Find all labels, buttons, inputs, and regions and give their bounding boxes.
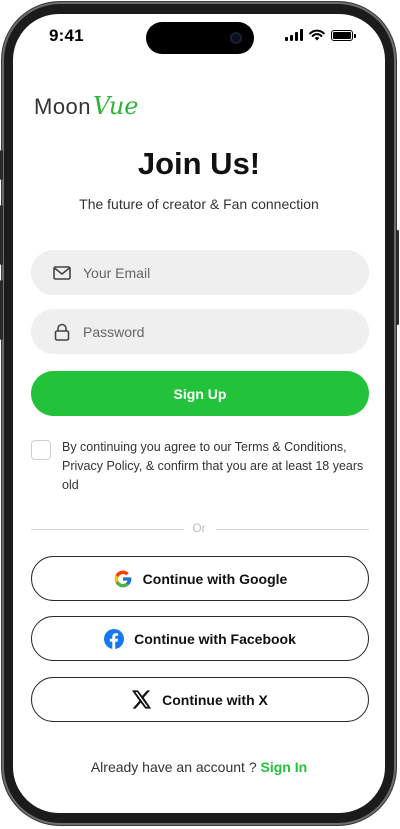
side-button-silent (0, 150, 3, 180)
email-input[interactable] (81, 263, 345, 282)
divider-line-right (216, 529, 369, 530)
continue-with-google-button[interactable]: Continue with Google (31, 556, 369, 601)
terms-text: By continuing you agree to our Terms & C… (62, 440, 364, 492)
lock-icon (54, 323, 70, 341)
facebook-icon (104, 628, 125, 649)
status-time: 9:41 (49, 26, 84, 45)
sign-in-link[interactable]: Sign In (261, 759, 308, 775)
sign-in-prompt: Already have an account ? Sign In (13, 759, 385, 775)
email-field[interactable] (31, 250, 369, 295)
battery-icon (331, 29, 356, 41)
logo-text-vue: Vue (93, 92, 139, 120)
wifi-icon (309, 29, 325, 41)
camera-icon (230, 32, 242, 44)
x-button-label: Continue with X (162, 691, 268, 708)
google-icon (114, 570, 132, 587)
side-button-power (396, 230, 399, 325)
continue-with-x-button[interactable]: Continue with X (31, 677, 369, 722)
status-icons (285, 28, 356, 42)
cellular-signal-icon (285, 29, 303, 41)
side-button-volume-up (0, 205, 3, 265)
continue-with-facebook-button[interactable]: Continue with Facebook (31, 616, 369, 661)
password-input[interactable] (81, 322, 345, 341)
page-title: Join Us! (137, 146, 261, 181)
app-screen: 9:41 Moon Vue Join Us! The future of cre… (13, 14, 385, 813)
terms-checkbox[interactable] (31, 440, 51, 460)
divider-or-text: Or (192, 521, 206, 535)
sign-in-prompt-text: Already have an account ? (90, 759, 257, 775)
google-button-label: Continue with Google (142, 570, 288, 587)
dynamic-island (146, 22, 254, 54)
x-logo-icon (132, 690, 152, 709)
sign-up-button[interactable]: Sign Up (31, 371, 369, 416)
mail-icon (53, 265, 71, 280)
app-logo: Moon Vue (34, 92, 139, 122)
password-field[interactable] (31, 309, 369, 354)
side-button-volume-down (0, 280, 3, 340)
logo-text-moon: Moon (34, 94, 92, 119)
page-subtitle: The future of creator & Fan connection (79, 196, 319, 212)
facebook-button-label: Continue with Facebook (134, 630, 296, 647)
